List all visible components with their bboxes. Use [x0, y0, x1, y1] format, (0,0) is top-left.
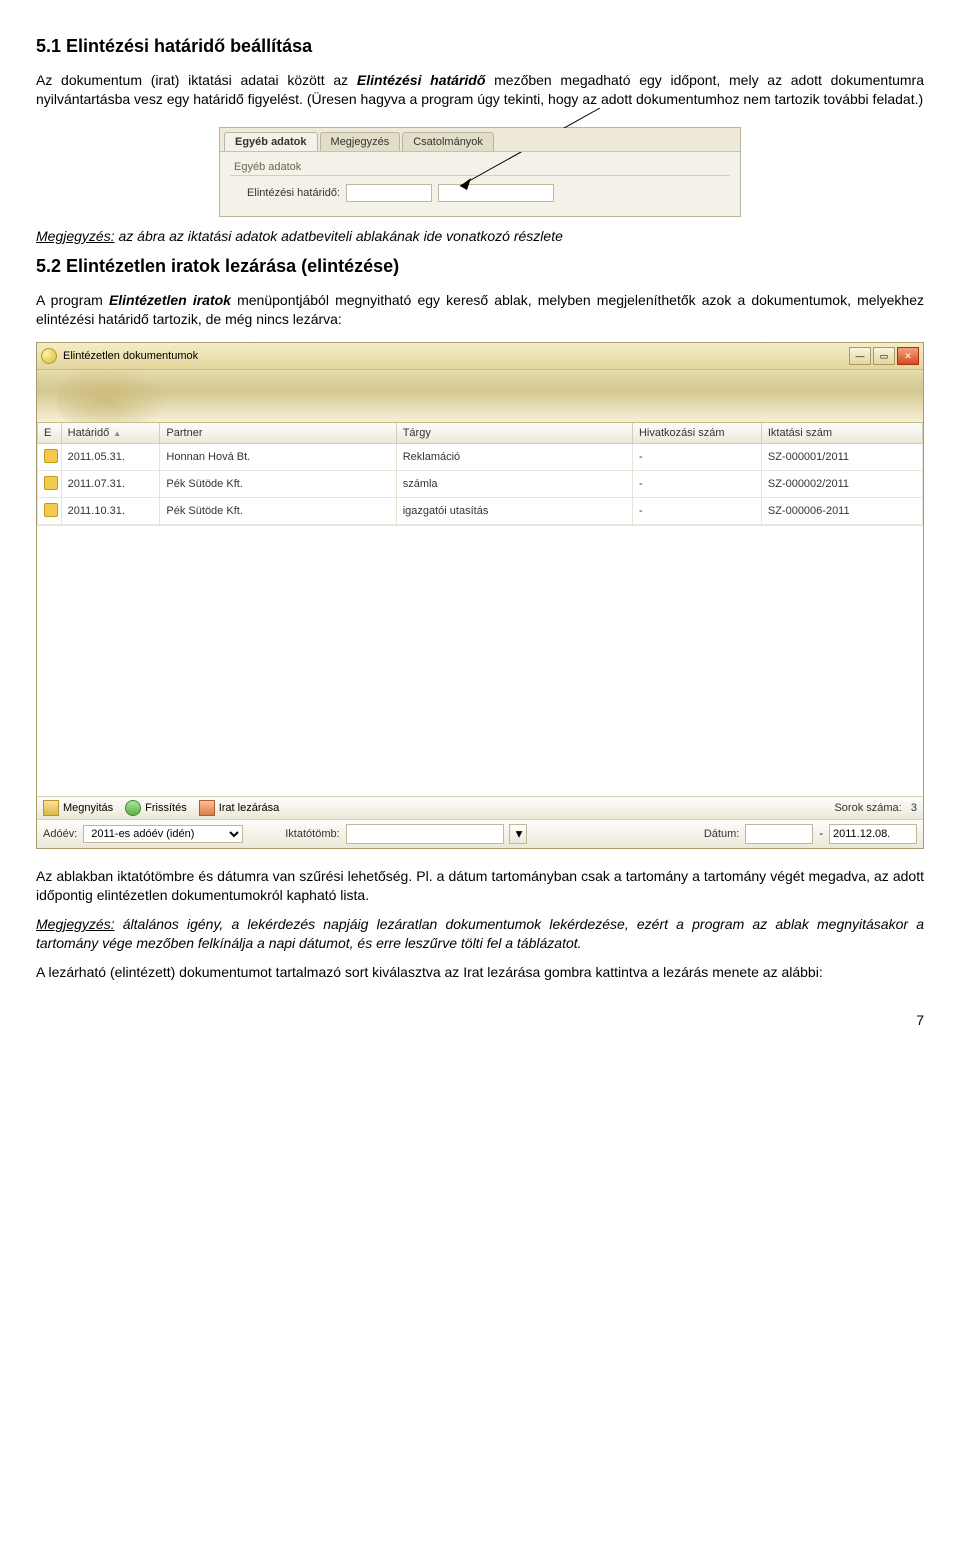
cell-date: 2011.05.31.	[61, 444, 160, 471]
minimize-button[interactable]: —	[849, 347, 871, 365]
refresh-icon	[125, 800, 141, 816]
table-empty-area	[37, 525, 923, 796]
heading-5-2: 5.2 Elintézetlen iratok lezárása (elinté…	[36, 256, 924, 277]
hatarido-input-2[interactable]	[438, 184, 554, 202]
para-after-shot2: Az ablakban iktatótömbre és dátumra van …	[36, 867, 924, 905]
note-1: Megjegyzés: az ábra az iktatási adatok a…	[36, 227, 924, 246]
window-title: Elintézetlen dokumentumok	[63, 350, 198, 362]
cell-targy: Reklamáció	[396, 444, 632, 471]
cell-iktat: SZ-000002/2011	[761, 471, 922, 498]
cell-iktat: SZ-000001/2011	[761, 444, 922, 471]
para-5-1-pre: Az dokumentum (irat) iktatási adatai köz…	[36, 72, 357, 88]
note-1-label: Megjegyzés:	[36, 228, 115, 244]
col-header-iktatasi[interactable]: Iktatási szám	[761, 423, 922, 444]
panel-title: Egyéb adatok	[230, 158, 730, 173]
window-banner	[37, 370, 923, 423]
iktatotomb-label: Iktatótömb:	[285, 828, 339, 840]
col-header-partner[interactable]: Partner	[160, 423, 396, 444]
para-last: A lezárható (elintézett) dokumentumot ta…	[36, 963, 924, 982]
cell-partner: Pék Sütöde Kft.	[160, 498, 396, 525]
close-doc-label: Irat lezárása	[219, 802, 280, 814]
hatarido-input-1[interactable]	[346, 184, 432, 202]
row-count-value: 3	[911, 802, 917, 814]
screenshot-tabs-panel: Egyéb adatok Megjegyzés Csatolmányok Egy…	[219, 127, 741, 217]
maximize-button[interactable]: ▭	[873, 347, 895, 365]
table-row[interactable]: 2011.05.31. Honnan Hová Bt. Reklamáció -…	[38, 444, 923, 471]
close-button[interactable]: ✕	[897, 347, 919, 365]
screenshot-window: Elintézetlen dokumentumok — ▭ ✕ E Határi…	[36, 342, 924, 849]
refresh-label: Frissítés	[145, 802, 187, 814]
tab-strip: Egyéb adatok Megjegyzés Csatolmányok	[220, 128, 740, 152]
heading-5-1: 5.1 Elintézési határidő beállítása	[36, 36, 924, 57]
page-number: 7	[36, 1012, 924, 1028]
datum-label: Dátum:	[704, 828, 739, 840]
cell-hiv: -	[632, 498, 761, 525]
para-5-1-ital: Elintézési határidő	[357, 72, 486, 88]
doc-icon	[44, 476, 58, 490]
cell-hiv: -	[632, 444, 761, 471]
col-header-e[interactable]: E	[38, 423, 62, 444]
documents-table: E Határidő▲ Partner Tárgy Hivatkozási sz…	[37, 423, 923, 525]
close-doc-icon	[199, 800, 215, 816]
row-count-label: Sorok száma:	[834, 802, 901, 814]
note-1-text: az ábra az iktatási adatok adatbeviteli …	[118, 228, 562, 244]
para-5-2: A program Elintézetlen iratok menüpontjá…	[36, 291, 924, 329]
cell-hiv: -	[632, 471, 761, 498]
cell-partner: Honnan Hová Bt.	[160, 444, 396, 471]
date-separator: -	[819, 828, 823, 840]
adoev-select[interactable]: 2011-es adóév (idén)	[83, 825, 243, 843]
date-to-input[interactable]	[829, 824, 917, 844]
para-5-2-ital: Elintézetlen iratok	[109, 292, 231, 308]
iktatotomb-dropdown-button[interactable]: ▾	[509, 824, 527, 844]
open-label: Megnyitás	[63, 802, 113, 814]
cell-targy: számla	[396, 471, 632, 498]
tab-csatolmanyok[interactable]: Csatolmányok	[402, 132, 494, 151]
col-header-hatarido[interactable]: Határidő▲	[61, 423, 160, 444]
note-2: Megjegyzés: általános igény, a lekérdezé…	[36, 915, 924, 953]
col-header-targy[interactable]: Tárgy	[396, 423, 632, 444]
para-5-2-pre: A program	[36, 292, 109, 308]
adoev-label: Adóév:	[43, 828, 77, 840]
open-icon	[43, 800, 59, 816]
close-doc-button[interactable]: Irat lezárása	[199, 800, 280, 816]
field-label-hatarido: Elintézési határidő:	[230, 187, 340, 199]
cell-targy: igazgatói utasítás	[396, 498, 632, 525]
date-from-input[interactable]	[745, 824, 813, 844]
table-row[interactable]: 2011.10.31. Pék Sütöde Kft. igazgatói ut…	[38, 498, 923, 525]
cell-iktat: SZ-000006-2011	[761, 498, 922, 525]
cell-date: 2011.07.31.	[61, 471, 160, 498]
para-5-1: Az dokumentum (irat) iktatási adatai köz…	[36, 71, 924, 109]
col-header-hivatkozasi[interactable]: Hivatkozási szám	[632, 423, 761, 444]
tab-megjegyzes[interactable]: Megjegyzés	[320, 132, 401, 151]
doc-icon	[44, 449, 58, 463]
note-2-label: Megjegyzés:	[36, 916, 115, 932]
refresh-button[interactable]: Frissítés	[125, 800, 187, 816]
doc-icon	[44, 503, 58, 517]
window-titlebar: Elintézetlen dokumentumok — ▭ ✕	[37, 343, 923, 370]
sort-asc-icon: ▲	[113, 429, 121, 438]
panel-egyeb-adatok: Egyéb adatok Elintézési határidő:	[220, 152, 740, 216]
note-2-text: általános igény, a lekérdezés napjáig le…	[36, 916, 924, 951]
cell-partner: Pék Sütöde Kft.	[160, 471, 396, 498]
table-row[interactable]: 2011.07.31. Pék Sütöde Kft. számla - SZ-…	[38, 471, 923, 498]
cell-date: 2011.10.31.	[61, 498, 160, 525]
tab-egyeb-adatok[interactable]: Egyéb adatok	[224, 132, 318, 151]
iktatotomb-input[interactable]	[346, 824, 504, 844]
open-button[interactable]: Megnyitás	[43, 800, 113, 816]
filter-bar: Adóév: 2011-es adóév (idén) Iktatótömb: …	[37, 819, 923, 848]
toolbar: Megnyitás Frissítés Irat lezárása Sorok …	[37, 796, 923, 819]
app-icon	[41, 348, 57, 364]
